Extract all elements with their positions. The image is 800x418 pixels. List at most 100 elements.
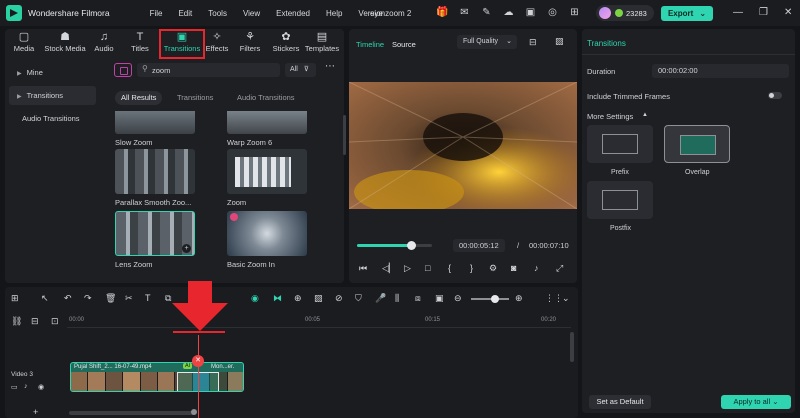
track-video-icon[interactable]: ▭ [11, 383, 18, 391]
tab-result-audio-transitions[interactable]: Audio Transitions [237, 91, 295, 105]
snap-icon[interactable]: ⧓ [273, 293, 282, 304]
shield-icon[interactable]: ⛉ [355, 293, 362, 304]
position-overlap[interactable] [664, 125, 730, 163]
layout-icon[interactable]: ⊞ [11, 293, 19, 304]
search-input[interactable] [152, 64, 272, 76]
mark-out-icon[interactable]: } [470, 263, 473, 273]
library-scrollbar[interactable] [343, 115, 346, 155]
select-tool-icon[interactable]: ↖ [41, 293, 49, 304]
image-icon[interactable]: ▨ [314, 293, 323, 304]
track-audio-icon[interactable]: ♪ [24, 383, 28, 390]
menu-view[interactable]: View [243, 9, 260, 18]
notification-icon[interactable]: ✉ [458, 6, 471, 19]
camera-icon[interactable]: ◙ [511, 263, 516, 273]
transition-tile[interactable]: Parallax Smooth Zoo... [115, 149, 195, 207]
caret-up-icon[interactable]: ▲ [642, 112, 648, 118]
transition-tile[interactable]: Basic Zoom In [227, 211, 307, 269]
transition-tile[interactable]: Zoom [227, 149, 307, 207]
microphone-icon[interactable]: 🎤 [375, 293, 386, 304]
close-icon[interactable]: ✕ [784, 7, 792, 18]
scrollbar-handle[interactable] [191, 409, 197, 415]
sidebar-item-audio-transitions[interactable]: Audio Transitions [9, 109, 96, 128]
save-icon[interactable]: ▣ [524, 6, 537, 19]
lightbulb-icon[interactable]: ✎ [480, 6, 493, 19]
stop-icon[interactable]: □ [425, 263, 430, 273]
play-icon[interactable]: ▷ [404, 263, 411, 274]
tab-stickers[interactable]: ✿ Stickers [271, 29, 301, 59]
menu-tools[interactable]: Tools [208, 9, 227, 18]
favorites-button[interactable] [114, 63, 132, 77]
undo-icon[interactable]: ↶ [64, 293, 72, 304]
timeline-v-scrollbar[interactable] [570, 332, 574, 362]
credits-badge[interactable]: 23283 [596, 5, 654, 21]
cloud-icon[interactable]: ☁ [502, 6, 515, 19]
playhead[interactable] [198, 335, 199, 418]
playback-progress[interactable] [357, 241, 432, 250]
grid-view-icon[interactable]: ⋮⋮ [545, 293, 563, 304]
keyframe-icon[interactable]: ⧈ [415, 293, 421, 304]
mark-in-icon[interactable]: { [448, 263, 451, 273]
snapshot-icon[interactable]: ▨ [555, 36, 564, 47]
settings-icon[interactable]: ⚙ [489, 263, 497, 274]
gift-icon[interactable]: 🎁 [436, 6, 449, 19]
grid-icon[interactable]: ⊞ [568, 6, 581, 19]
link-icon[interactable]: ⛓ [11, 316, 22, 327]
more-settings-label[interactable]: More Settings [587, 112, 633, 121]
track-visibility-icon[interactable]: ◉ [38, 383, 44, 391]
filter-dropdown[interactable]: All ⊽ [285, 63, 316, 77]
marker-icon[interactable]: ⊕ [294, 293, 302, 304]
menu-edit[interactable]: Edit [178, 9, 192, 18]
zoom-out-icon[interactable]: ⊖ [454, 293, 462, 304]
zoom-in-icon[interactable]: ⊕ [515, 293, 523, 304]
sidebar-item-mine[interactable]: ▶ Mine [9, 63, 96, 82]
progress-handle[interactable] [407, 241, 416, 250]
zoom-slider[interactable] [471, 295, 509, 303]
timeline-scrollbar[interactable] [69, 411, 195, 415]
tab-templates[interactable]: ▤ Templates [304, 29, 340, 59]
tab-effects[interactable]: ✧ Effects [204, 29, 230, 59]
delete-icon[interactable]: 🗑 [105, 293, 116, 304]
more-options-icon[interactable]: ⋯ [325, 61, 335, 72]
step-back-icon[interactable]: ◁▏ [382, 263, 396, 274]
sidebar-item-transitions[interactable]: ▶ Transitions [9, 86, 96, 105]
menu-extended[interactable]: Extended [276, 9, 310, 18]
pip-icon[interactable]: ▣ [435, 293, 444, 304]
menu-file[interactable]: File [150, 9, 163, 18]
position-prefix[interactable] [587, 125, 653, 163]
avatar[interactable] [599, 7, 611, 19]
add-icon[interactable]: + [33, 407, 38, 417]
text-icon[interactable]: T [145, 293, 151, 303]
tab-stock-media[interactable]: ☗ Stock Media [41, 29, 89, 59]
position-postfix[interactable] [587, 181, 653, 219]
restore-icon[interactable]: ❐ [759, 7, 768, 18]
audio-mixer-icon[interactable]: ⫼ [395, 293, 399, 304]
set-as-default-button[interactable]: Set as Default [589, 395, 651, 409]
tab-media[interactable]: ▢ Media [9, 29, 39, 59]
tab-result-transitions[interactable]: Transitions [177, 91, 213, 105]
video-clip[interactable]: Pujal Shift_2... 16-07-49.mp4 AI Mon...e… [70, 362, 244, 392]
apply-to-all-button[interactable]: Apply to all ⌄ [721, 395, 791, 409]
transition-tile[interactable]: Slow Zoom [115, 111, 195, 147]
tab-all-results[interactable]: All Results [115, 91, 163, 105]
add-icon[interactable]: + [182, 244, 191, 253]
export-button[interactable]: Export ⌄ [661, 6, 713, 21]
transition-tile[interactable]: + Lens Zoom [115, 211, 195, 269]
support-icon[interactable]: ◎ [546, 6, 559, 19]
volume-icon[interactable]: ♪ [534, 263, 539, 273]
include-trimmed-toggle[interactable] [768, 92, 782, 99]
tab-timeline-preview[interactable]: Timeline [356, 40, 384, 49]
tab-audio[interactable]: ♫ Audio [91, 29, 117, 59]
tab-source-preview[interactable]: Source [392, 40, 416, 49]
tab-filters[interactable]: ⚘ Filters [237, 29, 263, 59]
magnet-icon[interactable]: ⊡ [51, 316, 59, 327]
redo-icon[interactable]: ↷ [84, 293, 92, 304]
transition-tile[interactable]: Warp Zoom 6 [227, 111, 307, 147]
compare-icon[interactable]: ⊟ [529, 37, 537, 48]
minimize-icon[interactable]: — [733, 7, 743, 18]
previous-frame-icon[interactable]: ⏮ [359, 263, 367, 274]
zoom-slider-handle[interactable] [491, 295, 499, 303]
fullscreen-icon[interactable]: ⤢ [556, 263, 563, 274]
playhead-handle[interactable]: ✕ [192, 355, 204, 367]
duration-field[interactable]: 00:00:02:00 [652, 64, 789, 78]
split-icon[interactable]: ✂ [125, 293, 133, 304]
